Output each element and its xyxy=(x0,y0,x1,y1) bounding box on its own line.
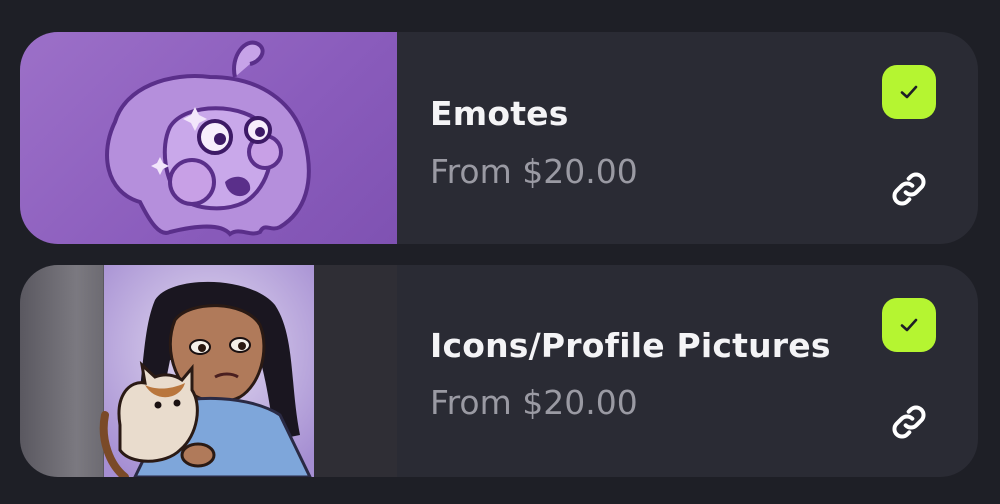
listing-list: Emotes From $20.00 Icons/Profile Picture… xyxy=(0,0,1000,504)
listing-price: From $20.00 xyxy=(430,383,638,422)
select-checkbox[interactable] xyxy=(882,298,936,352)
select-checkbox[interactable] xyxy=(882,65,936,119)
listing-card-emotes[interactable]: Emotes From $20.00 xyxy=(20,32,978,244)
copy-link-button[interactable] xyxy=(886,399,932,445)
link-icon xyxy=(892,405,926,439)
listing-info: Emotes From $20.00 xyxy=(397,32,978,244)
purple-blob-emote-illustration xyxy=(105,40,311,237)
listing-title[interactable]: Emotes xyxy=(430,94,569,133)
listing-thumbnail[interactable] xyxy=(20,32,397,244)
person-holding-cat-illustration xyxy=(99,265,314,477)
link-icon xyxy=(892,172,926,206)
checkmark-icon xyxy=(900,85,918,99)
listing-info: Icons/Profile Pictures From $20.00 xyxy=(397,265,978,477)
copy-link-button[interactable] xyxy=(886,166,932,212)
listing-card-icons[interactable]: Icons/Profile Pictures From $20.00 xyxy=(20,265,978,477)
checkmark-icon xyxy=(900,318,918,332)
listing-title[interactable]: Icons/Profile Pictures xyxy=(430,326,831,365)
listing-thumbnail[interactable] xyxy=(20,265,397,477)
listing-price: From $20.00 xyxy=(430,152,638,191)
